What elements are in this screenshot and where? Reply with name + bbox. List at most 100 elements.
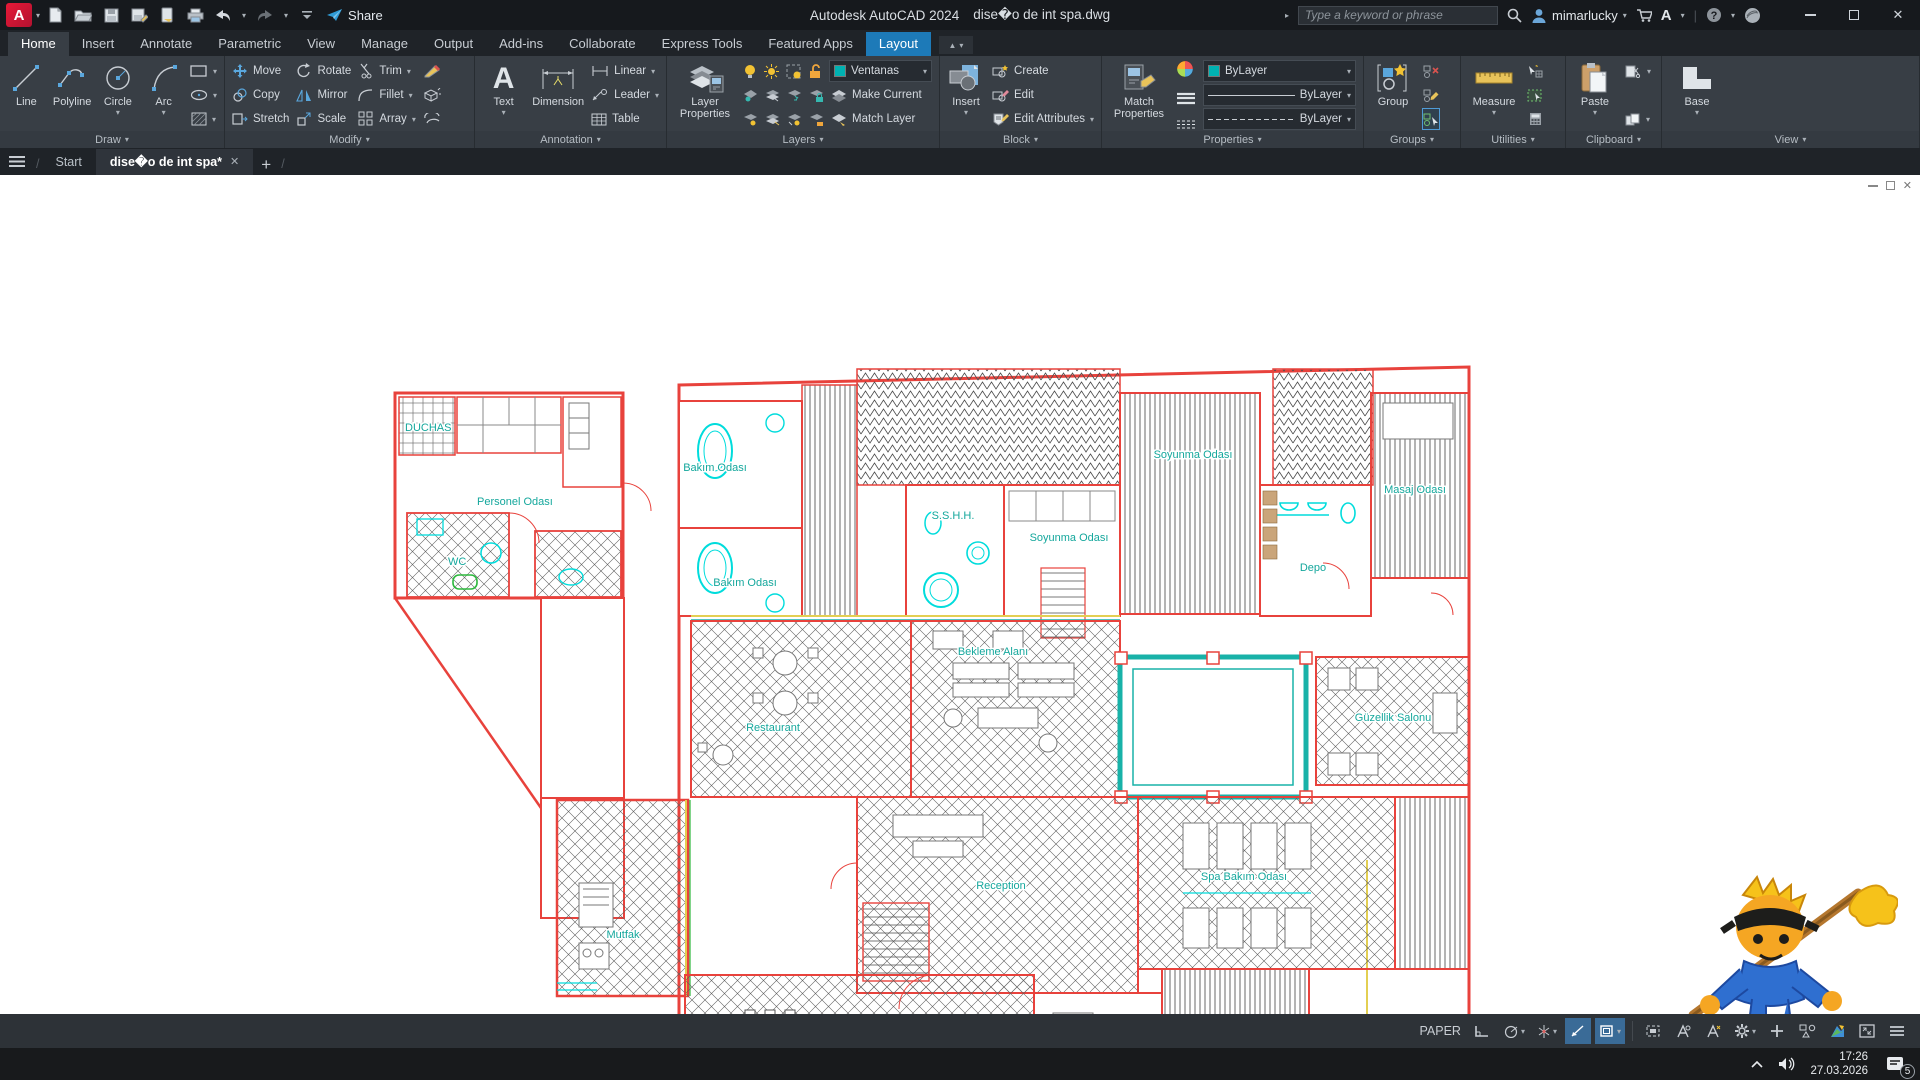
workspace-switching-icon[interactable] — [1764, 1018, 1790, 1044]
ribbon-display-toggle[interactable]: ▲▾ — [939, 36, 973, 54]
layer-select-dropdown[interactable]: Ventanas ▾ — [829, 60, 932, 82]
layer-off-icon[interactable] — [743, 113, 758, 126]
layer-isolate-icon[interactable] — [743, 89, 758, 102]
help-caret-icon[interactable]: ▾ — [1731, 11, 1735, 20]
paste-button[interactable]: Paste ▾ — [1573, 59, 1617, 131]
customize-quick-access-icon[interactable] — [298, 6, 316, 24]
layer-unlock-icon[interactable] — [809, 64, 822, 79]
layer-unisolate-icon[interactable] — [765, 89, 780, 102]
notification-center-icon[interactable]: 5 — [1882, 1053, 1908, 1075]
hatch-button[interactable]: ▾ — [190, 108, 217, 130]
file-tab-start[interactable]: Start — [41, 150, 95, 175]
system-clock[interactable]: 17:26 27.03.2026 — [1810, 1050, 1868, 1079]
isometric-drafting-icon[interactable]: ▾ — [1533, 1018, 1561, 1044]
tab-layout[interactable]: Layout — [866, 32, 931, 56]
redo-caret-icon[interactable]: ▾ — [284, 11, 288, 20]
polar-tracking-icon[interactable]: ▾ — [1499, 1018, 1529, 1044]
undo-caret-icon[interactable]: ▾ — [242, 11, 246, 20]
tab-home[interactable]: Home — [8, 32, 69, 56]
move-button[interactable]: Move — [232, 60, 289, 82]
rotate-button[interactable]: Rotate — [296, 60, 351, 82]
annotation-visibility-icon[interactable] — [1670, 1018, 1696, 1044]
app-menu-caret-icon[interactable]: ▾ — [36, 11, 40, 20]
apps-caret-icon[interactable]: ▾ — [1681, 11, 1685, 20]
mirror-button[interactable]: Mirror — [296, 84, 351, 106]
create-block-button[interactable]: Create — [992, 60, 1094, 82]
edit-attributes-button[interactable]: Edit Attributes▾ — [992, 108, 1094, 130]
tab-add-ins[interactable]: Add-ins — [486, 32, 556, 56]
layer-on-bulb-icon[interactable] — [743, 64, 757, 79]
layer-prev-icon[interactable] — [787, 113, 802, 126]
table-button[interactable]: Table — [591, 108, 659, 130]
minimize-button[interactable] — [1788, 0, 1832, 30]
quick-calc-button[interactable] — [1527, 108, 1543, 130]
clean-screen-icon[interactable] — [1854, 1018, 1880, 1044]
object-snap-tracking-icon[interactable] — [1565, 1018, 1591, 1044]
new-file-icon[interactable] — [46, 6, 64, 24]
tab-insert[interactable]: Insert — [69, 32, 128, 56]
panel-label-properties[interactable]: Properties▾ — [1102, 131, 1363, 148]
dimension-button[interactable]: Dimension — [532, 59, 584, 131]
rectangle-button[interactable]: ▾ — [190, 60, 217, 82]
ortho-icon[interactable] — [1469, 1018, 1495, 1044]
tab-collaborate[interactable]: Collaborate — [556, 32, 649, 56]
graphics-performance-icon[interactable] — [1824, 1018, 1850, 1044]
insert-block-button[interactable]: Insert ▾ — [947, 59, 985, 131]
layer-match-icon[interactable] — [765, 113, 780, 126]
panel-label-layers[interactable]: Layers▾ — [667, 131, 939, 148]
stretch-button[interactable]: Stretch — [232, 108, 289, 130]
help-icon[interactable]: ? — [1706, 7, 1722, 23]
open-folder-icon[interactable] — [74, 6, 92, 24]
polyline-button[interactable]: Polyline — [53, 59, 92, 131]
tab-parametric[interactable]: Parametric — [205, 32, 294, 56]
close-button[interactable]: ✕ — [1876, 0, 1920, 30]
panel-label-modify[interactable]: Modify▾ — [225, 131, 474, 148]
units-icon[interactable] — [1794, 1018, 1820, 1044]
drawing-canvas[interactable]: ✕ — [0, 175, 1920, 1014]
layer-freeze-icon[interactable] — [787, 89, 802, 102]
app-store-cart-icon[interactable] — [1636, 8, 1652, 22]
vp-close-icon[interactable]: ✕ — [1903, 179, 1912, 192]
share-button[interactable]: Share — [326, 8, 383, 23]
layer-properties-button[interactable]: Layer Properties — [674, 59, 736, 131]
lineweight-icon[interactable] — [1176, 92, 1196, 106]
edit-block-button[interactable]: Edit — [992, 84, 1094, 106]
ellipse-button[interactable]: ▾ — [190, 84, 217, 106]
make-current-button[interactable]: Make Current — [831, 84, 922, 106]
panel-label-view[interactable]: View▾ — [1662, 131, 1919, 148]
cut-clip-button[interactable]: ▾ — [1624, 60, 1651, 82]
panel-label-clipboard[interactable]: Clipboard▾ — [1566, 131, 1661, 148]
line-button[interactable]: Line — [7, 59, 46, 131]
offset-button[interactable] — [423, 108, 441, 130]
insights-icon[interactable] — [1744, 7, 1761, 24]
selection-cycling-icon[interactable] — [1640, 1018, 1666, 1044]
base-button[interactable]: Base ▾ — [1669, 59, 1725, 131]
erase-button[interactable] — [423, 60, 441, 82]
speaker-icon[interactable] — [1778, 1057, 1796, 1071]
undo-icon[interactable] — [214, 6, 232, 24]
circle-button[interactable]: Circle ▾ — [99, 59, 138, 131]
linetype-icon[interactable] — [1176, 120, 1196, 130]
tab-express-tools[interactable]: Express Tools — [649, 32, 756, 56]
help-search-input[interactable] — [1298, 6, 1498, 25]
close-tab-icon[interactable]: ✕ — [230, 155, 239, 168]
ungroup-button[interactable] — [1422, 60, 1440, 82]
panel-label-utilities[interactable]: Utilities▾ — [1461, 131, 1565, 148]
layer-freeze-vp-icon[interactable] — [786, 64, 802, 79]
panel-label-annotation[interactable]: Annotation▾ — [475, 131, 666, 148]
copy-button[interactable]: Copy — [232, 84, 289, 106]
linetype-dropdown[interactable]: ByLayer▾ — [1203, 108, 1356, 130]
scale-button[interactable]: Scale — [296, 108, 351, 130]
file-tab-document[interactable]: dise�o de int spa* ✕ — [96, 149, 253, 175]
tab-annotate[interactable]: Annotate — [127, 32, 205, 56]
vp-restore-icon[interactable] — [1886, 181, 1895, 190]
print-icon[interactable] — [186, 6, 204, 24]
panel-label-draw[interactable]: Draw▾ — [0, 131, 224, 148]
paper-space-button[interactable]: PAPER — [1415, 1018, 1464, 1044]
leader-button[interactable]: Leader▾ — [591, 84, 659, 106]
linear-dimension-button[interactable]: Linear▾ — [591, 60, 659, 82]
vp-minimize-icon[interactable] — [1868, 185, 1878, 187]
restore-button[interactable] — [1832, 0, 1876, 30]
group-selection-toggle[interactable] — [1422, 108, 1440, 130]
copy-clip-button[interactable]: ▾ — [1624, 108, 1651, 130]
